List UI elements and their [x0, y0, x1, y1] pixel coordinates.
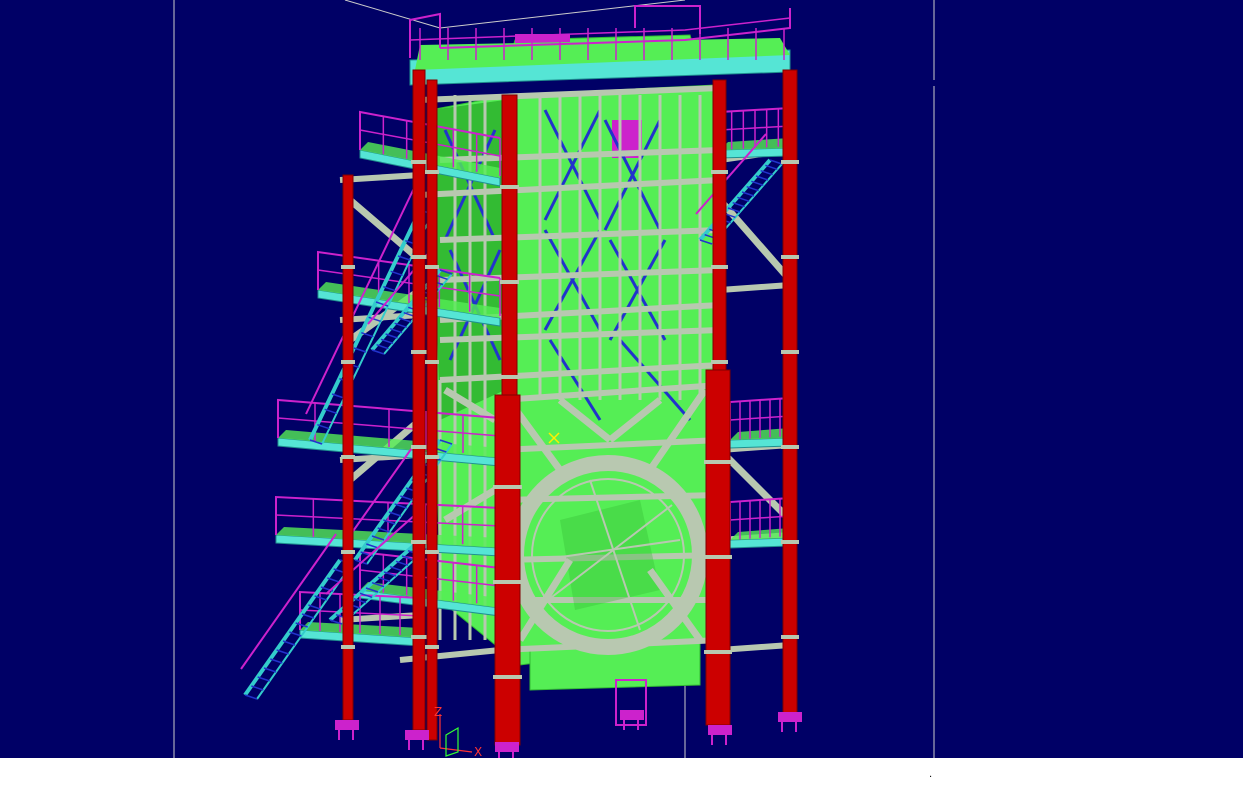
- column: [342, 174, 354, 721]
- column-splice: [711, 265, 728, 269]
- base-plate: [778, 712, 802, 722]
- column-splice: [411, 255, 427, 259]
- stair-tread: [376, 343, 389, 350]
- column: [782, 69, 798, 716]
- stair-tread: [282, 640, 296, 646]
- stair-tread: [389, 327, 403, 334]
- column-splice: [500, 375, 519, 379]
- column-base-plates: [335, 679, 802, 758]
- base-plate: [620, 710, 644, 720]
- stair-tread: [301, 613, 315, 619]
- column-splice: [425, 550, 439, 554]
- stair-tread: [760, 169, 773, 176]
- column-splice: [500, 280, 519, 284]
- column-splice: [341, 645, 355, 649]
- column-splice: [411, 350, 427, 354]
- stair-tread: [353, 347, 367, 353]
- stair-tread: [737, 196, 750, 203]
- stair-tread: [388, 511, 402, 517]
- stair-tread: [331, 393, 345, 399]
- stair-tread: [327, 577, 340, 583]
- roof-railing-segment: [409, 17, 791, 41]
- stair-tread: [732, 201, 745, 208]
- base-plate: [708, 725, 732, 735]
- column-splice: [493, 580, 522, 584]
- stair-tread: [276, 649, 289, 655]
- column-splice: [411, 160, 427, 164]
- axis-z-label: Z: [434, 705, 442, 719]
- column-splice: [704, 460, 732, 464]
- 3d-model-viewport[interactable]: Z X: [0, 0, 1243, 758]
- stair-tread: [263, 667, 277, 673]
- stair-tread: [765, 164, 778, 171]
- stair-tread: [380, 338, 394, 345]
- stair-tread: [755, 175, 769, 181]
- column-splice: [341, 265, 355, 269]
- column-splice: [341, 455, 355, 459]
- stair-tread: [397, 255, 411, 261]
- base-plate: [405, 730, 429, 740]
- column-splice: [704, 555, 732, 559]
- stair-tread: [751, 180, 764, 187]
- stair-tread: [385, 333, 398, 339]
- column-splice: [781, 160, 799, 164]
- stair-handrail: [240, 533, 337, 670]
- column-splice: [425, 170, 439, 174]
- column-splice: [781, 350, 799, 354]
- stair-tread: [400, 495, 413, 501]
- column-splice: [781, 255, 799, 259]
- stair-tread: [394, 503, 407, 509]
- column-splice: [425, 265, 439, 269]
- stair-tread: [324, 408, 337, 415]
- stair-tread: [741, 191, 755, 197]
- column-splice: [781, 445, 799, 449]
- stair-tread: [308, 604, 321, 610]
- axis-triad: Z X: [434, 705, 482, 758]
- beam: [719, 282, 791, 293]
- column-splice: [341, 360, 355, 364]
- strut: [717, 197, 793, 283]
- column-splice: [781, 540, 799, 544]
- column-splice: [341, 550, 355, 554]
- stair-tread: [383, 285, 396, 292]
- stair-tread: [746, 185, 759, 192]
- stair-tread: [244, 694, 258, 700]
- column-splice: [493, 485, 522, 489]
- stair-tread: [390, 270, 403, 277]
- column-splice: [500, 185, 519, 189]
- status-text: .: [929, 769, 933, 780]
- base-plate: [495, 742, 519, 752]
- stair-tread: [371, 349, 385, 355]
- column: [426, 79, 438, 741]
- column-splice: [493, 675, 522, 679]
- column-splice: [711, 170, 728, 174]
- stair-tread: [769, 159, 783, 165]
- stair-tread: [389, 565, 403, 572]
- column: [705, 369, 731, 726]
- column-splice: [425, 455, 439, 459]
- column-splice: [411, 635, 427, 639]
- stair-tread: [394, 322, 407, 329]
- axis-x-label: X: [474, 745, 482, 758]
- stair-tread: [251, 685, 264, 691]
- column-splice: [781, 635, 799, 639]
- column-splice: [704, 650, 732, 654]
- column: [494, 394, 521, 746]
- base-plate: [335, 720, 359, 730]
- column-splice: [711, 360, 728, 364]
- column: [412, 69, 426, 731]
- column-splice: [425, 360, 439, 364]
- stair-tread: [257, 676, 270, 682]
- structural-model-scene: Z X: [173, 0, 935, 758]
- column-splice: [411, 540, 427, 544]
- column-splice: [425, 645, 439, 649]
- status-strip: [0, 758, 1243, 786]
- stair-stringer: [308, 209, 422, 441]
- stair-tread: [317, 423, 330, 430]
- stair-tread: [270, 658, 283, 664]
- column-splice: [411, 445, 427, 449]
